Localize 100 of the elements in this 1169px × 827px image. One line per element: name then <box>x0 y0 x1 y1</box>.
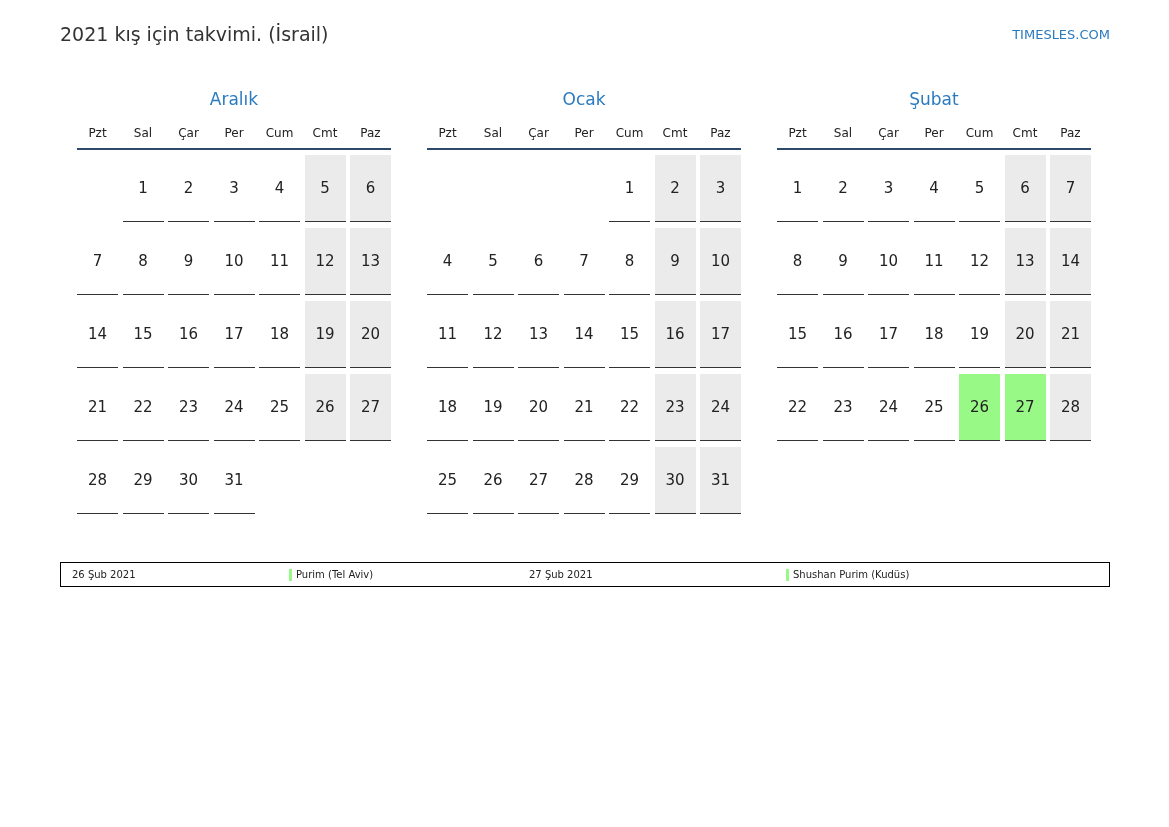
day-cell: 13 <box>350 228 391 295</box>
day-cell: 27 <box>350 374 391 441</box>
day-cell: 25 <box>427 447 468 514</box>
day-cell: 3 <box>213 155 255 222</box>
weekday-label: Paz <box>709 125 732 142</box>
day-cell: 5 <box>472 228 514 295</box>
day-cell: 6 <box>1004 155 1046 222</box>
day-cell: 20 <box>518 374 559 441</box>
day-cell: 16 <box>654 301 696 368</box>
day-cell: 23 <box>654 374 696 441</box>
day-cell: 19 <box>959 301 1000 368</box>
holiday-name: Shushan Purim (Kudüs) <box>793 569 910 580</box>
day-cell: 14 <box>77 301 118 368</box>
day-cell: 17 <box>868 301 909 368</box>
day-cell: 28 <box>1050 374 1091 441</box>
site-link[interactable]: TIMESLES.COM <box>1012 24 1110 44</box>
day-cell: 1 <box>777 155 818 222</box>
month-name: Ocak <box>561 87 607 111</box>
day-cell: 11 <box>913 228 955 295</box>
day-cell: 24 <box>213 374 255 441</box>
day-cell: 12 <box>472 301 514 368</box>
day-cell: 16 <box>168 301 209 368</box>
day-cell: 2 <box>822 155 864 222</box>
day-cell: 5 <box>959 155 1000 222</box>
day-cell: 4 <box>427 228 468 295</box>
weekday-label: Çar <box>177 125 200 142</box>
holiday-date: 27 Şub 2021 <box>529 568 594 582</box>
day-cell: 27 <box>518 447 559 514</box>
day-cell: 6 <box>518 228 559 295</box>
day-cell: 19 <box>472 374 514 441</box>
day-cell: 20 <box>350 301 391 368</box>
day-cell: 18 <box>427 374 468 441</box>
day-cell: 30 <box>168 447 209 514</box>
day-cell: 3 <box>868 155 909 222</box>
day-cell: 15 <box>122 301 164 368</box>
day-cell: 8 <box>609 228 650 295</box>
day-cell: 3 <box>700 155 741 222</box>
day-cell: 18 <box>259 301 300 368</box>
weekday-label: Per <box>923 125 945 142</box>
day-cell: 16 <box>822 301 864 368</box>
day-cell: 10 <box>700 228 741 295</box>
day-cell: 15 <box>609 301 650 368</box>
day-cell: 22 <box>777 374 818 441</box>
holiday-day-cell: 27 <box>1004 374 1046 441</box>
weekday-label: Paz <box>359 125 382 142</box>
day-cell: 1 <box>609 155 650 222</box>
day-cell: 24 <box>700 374 741 441</box>
day-cell: 31 <box>700 447 741 514</box>
day-cell: 4 <box>259 155 300 222</box>
day-cell: 26 <box>304 374 346 441</box>
day-cell: 21 <box>563 374 605 441</box>
weekday-label: Paz <box>1059 125 1082 142</box>
page-title: 2021 kış için takvimi. (İsrail) <box>60 22 329 47</box>
day-cell: 29 <box>609 447 650 514</box>
weekday-label: Per <box>223 125 245 142</box>
day-cell: 19 <box>304 301 346 368</box>
day-cell: 15 <box>777 301 818 368</box>
holiday-day-cell: 26 <box>959 374 1000 441</box>
day-cell: 18 <box>913 301 955 368</box>
day-cell: 8 <box>777 228 818 295</box>
day-cell: 14 <box>1050 228 1091 295</box>
month-name: Şubat <box>908 87 960 111</box>
day-cell: 7 <box>1050 155 1091 222</box>
day-cell: 10 <box>868 228 909 295</box>
day-cell: 21 <box>1050 301 1091 368</box>
day-cell: 13 <box>518 301 559 368</box>
day-cell: 29 <box>122 447 164 514</box>
weekday-label: Pzt <box>787 125 808 142</box>
day-cell: 7 <box>563 228 605 295</box>
day-cell: 28 <box>563 447 605 514</box>
day-cell: 12 <box>304 228 346 295</box>
weekday-label: Cum <box>614 125 645 142</box>
weekday-label: Çar <box>877 125 900 142</box>
weekday-label: Pzt <box>87 125 108 142</box>
weekday-label: Cum <box>964 125 995 142</box>
day-cell: 26 <box>472 447 514 514</box>
day-cell: 11 <box>259 228 300 295</box>
day-cell: 2 <box>168 155 209 222</box>
weekday-label: Per <box>573 125 595 142</box>
month-name: Aralık <box>208 87 260 111</box>
day-cell: 9 <box>168 228 209 295</box>
day-cell: 8 <box>122 228 164 295</box>
day-cell: 10 <box>213 228 255 295</box>
weekday-label: Cmt <box>1011 125 1039 142</box>
day-cell: 17 <box>700 301 741 368</box>
day-cell: 31 <box>213 447 255 514</box>
day-cell: 21 <box>77 374 118 441</box>
day-cell: 17 <box>213 301 255 368</box>
holiday-date: 26 Şub 2021 <box>72 568 137 582</box>
day-cell: 9 <box>654 228 696 295</box>
weekday-label: Sal <box>482 125 504 142</box>
day-cell: 22 <box>609 374 650 441</box>
day-cell: 20 <box>1004 301 1046 368</box>
holiday-name: Purim (Tel Aviv) <box>296 569 374 580</box>
day-cell: 22 <box>122 374 164 441</box>
day-cell: 30 <box>654 447 696 514</box>
day-cell: 11 <box>427 301 468 368</box>
weekday-label: Sal <box>132 125 154 142</box>
day-cell: 12 <box>959 228 1000 295</box>
day-cell: 9 <box>822 228 864 295</box>
